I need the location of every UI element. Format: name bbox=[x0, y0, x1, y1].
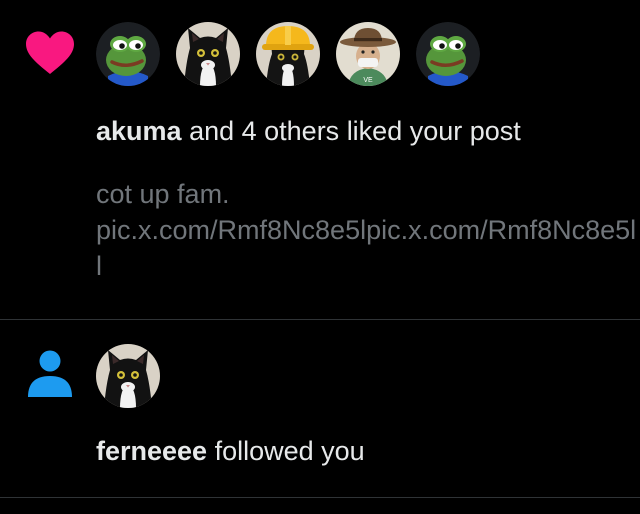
person-icon bbox=[28, 350, 72, 397]
like-headline: akuma and 4 others liked your post bbox=[96, 114, 521, 148]
follow-notification[interactable] bbox=[0, 320, 640, 498]
like-notification[interactable]: VE akuma and 4 others liked your post co… bbox=[0, 0, 640, 320]
liker-avatars: VE bbox=[96, 22, 480, 86]
actor-name[interactable]: ferneeee bbox=[96, 436, 207, 466]
follow-headline: ferneeee followed you bbox=[96, 434, 365, 468]
heart-icon bbox=[26, 31, 74, 74]
post-preview-line: cot up fam. bbox=[96, 179, 230, 209]
black-cat-avatar[interactable] bbox=[96, 344, 160, 408]
black-cat-avatar[interactable] bbox=[176, 22, 240, 86]
cat-hardhat-avatar[interactable] bbox=[256, 22, 320, 86]
post-preview: cot up fam. pic.x.com/Rmf8Nc8e5lpic.x.co… bbox=[96, 176, 640, 284]
svg-text:VE: VE bbox=[363, 77, 373, 84]
pepe-frog-avatar[interactable] bbox=[96, 22, 160, 86]
cowboy-hat-avatar[interactable]: VE bbox=[336, 22, 400, 86]
post-preview-line: l bbox=[96, 251, 102, 281]
post-preview-line: pic.x.com/Rmf8Nc8e5lpic.x.com/Rmf8Nc8e5l bbox=[96, 215, 637, 245]
action-text: followed you bbox=[214, 436, 365, 466]
actor-name[interactable]: akuma bbox=[96, 116, 182, 146]
pepe-frog-avatar[interactable] bbox=[416, 22, 480, 86]
action-text: and 4 others liked your post bbox=[189, 116, 521, 146]
